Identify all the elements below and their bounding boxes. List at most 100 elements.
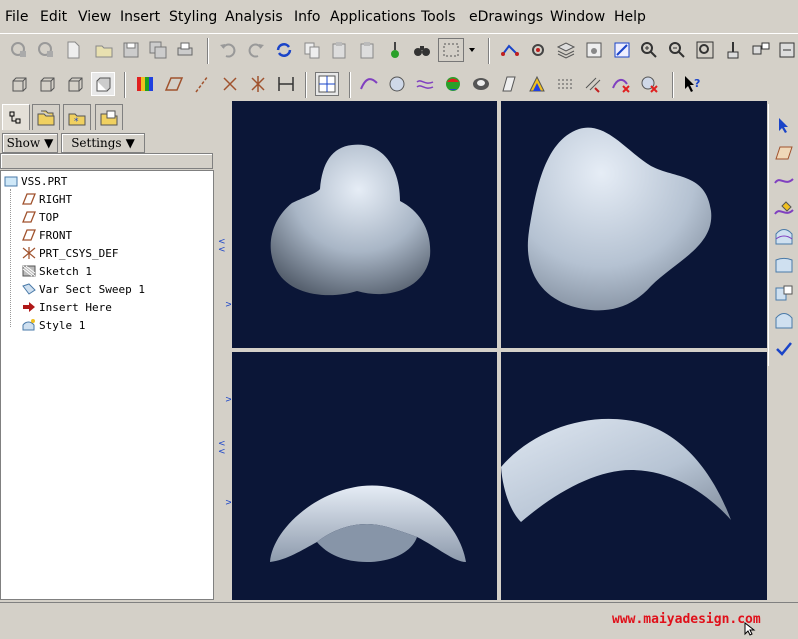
tree-item-sweep[interactable]: Var Sect Sweep 1 <box>21 281 145 297</box>
menu-insert[interactable]: Insert <box>120 9 160 25</box>
menu-view[interactable]: View <box>78 9 111 25</box>
tab-model-tree[interactable] <box>2 104 30 130</box>
tree-item-label: FRONT <box>39 228 73 242</box>
menu-help[interactable]: Help <box>614 9 646 25</box>
viewport-top-right[interactable] <box>501 101 767 348</box>
blank-doc-icon[interactable] <box>61 38 85 62</box>
section-analysis-icon[interactable] <box>497 72 521 96</box>
view-manager-icon[interactable] <box>749 38 773 62</box>
curve-icon[interactable] <box>773 170 795 192</box>
splitter-arrow-icon[interactable]: < < <box>218 440 226 457</box>
saved-view-icon[interactable] <box>582 38 606 62</box>
tab-favorites[interactable]: * <box>63 104 91 130</box>
tree-item-top[interactable]: TOP <box>21 209 59 225</box>
tree-item-label: Var Sect Sweep 1 <box>39 282 145 296</box>
tree-item-insert-here[interactable]: Insert Here <box>21 299 112 315</box>
menu-analysis[interactable]: Analysis <box>225 9 283 25</box>
menu-edrawings[interactable]: eDrawings <box>469 9 543 25</box>
delete-analysis-icon[interactable] <box>609 72 633 96</box>
appearance-color-icon[interactable] <box>133 72 157 96</box>
curve-edit-icon[interactable] <box>773 198 795 220</box>
no-hidden-icon[interactable] <box>63 72 87 96</box>
csys-toggle-icon[interactable] <box>246 72 270 96</box>
surface-side-view <box>270 485 466 562</box>
model-tree-green-icon[interactable] <box>383 38 407 62</box>
paste-icon[interactable] <box>327 38 351 62</box>
find-icon[interactable] <box>410 38 434 62</box>
menu-info[interactable]: Info <box>294 9 321 25</box>
zoom-in-icon[interactable] <box>637 38 661 62</box>
viewport-top-left[interactable] <box>232 101 497 348</box>
surface-connect-icon[interactable] <box>773 254 795 276</box>
regenerate-icon[interactable] <box>272 38 296 62</box>
redo-icon[interactable] <box>244 38 268 62</box>
menu-edit[interactable]: Edit <box>40 9 67 25</box>
layers-icon[interactable] <box>554 38 578 62</box>
surface-trim-icon[interactable] <box>773 282 795 304</box>
show-dropdown[interactable]: Show ▼ <box>2 133 58 153</box>
menu-styling[interactable]: Styling <box>169 9 217 25</box>
save-icon[interactable] <box>119 38 143 62</box>
tree-item-front[interactable]: FRONT <box>21 227 72 243</box>
tree-item-sketch[interactable]: Sketch 1 <box>21 263 92 279</box>
delete-all-icon[interactable] <box>637 72 661 96</box>
datum-axis-toggle-icon[interactable] <box>190 72 214 96</box>
settings-gear-icon[interactable] <box>526 38 550 62</box>
splitter-arrow-icon[interactable]: < < <box>218 238 226 255</box>
viewport-bottom-left[interactable] <box>232 352 497 600</box>
menu-file[interactable]: File <box>5 9 28 25</box>
datum-point-toggle-icon[interactable] <box>218 72 242 96</box>
open-session-icon[interactable] <box>34 38 58 62</box>
shading-icon[interactable] <box>91 72 115 96</box>
surface-edit-icon[interactable] <box>773 310 795 332</box>
offset-curve-icon[interactable] <box>413 72 437 96</box>
datum-plane-icon[interactable] <box>773 142 795 164</box>
select-arrow-icon[interactable] <box>773 114 795 136</box>
spin-center-icon[interactable] <box>775 38 798 62</box>
chevron-down-icon[interactable] <box>466 38 478 62</box>
orient-grid-icon[interactable] <box>315 72 339 96</box>
reflection-icon[interactable] <box>581 72 605 96</box>
menu-applications[interactable]: Applications <box>330 9 416 25</box>
curvature-icon[interactable] <box>385 72 409 96</box>
paste-special-icon[interactable] <box>355 38 379 62</box>
tab-folder-browser[interactable] <box>32 104 60 130</box>
datum-plane-icon <box>21 228 37 242</box>
new-icon[interactable] <box>7 38 31 62</box>
slope-analysis-icon[interactable] <box>553 72 577 96</box>
copy-icon[interactable] <box>300 38 324 62</box>
datum-plane-toggle-icon[interactable] <box>162 72 186 96</box>
tab-connections[interactable] <box>95 104 123 130</box>
open-icon[interactable] <box>92 38 116 62</box>
reorient-icon[interactable] <box>721 38 745 62</box>
tree-item-style[interactable]: Style 1 <box>21 317 85 333</box>
select-box-icon[interactable] <box>438 38 464 62</box>
viewport-bottom-right[interactable] <box>501 352 767 600</box>
tree-item-csys[interactable]: PRT_CSYS_DEF <box>21 245 118 261</box>
tree-item-root[interactable]: VSS.PRT <box>3 173 67 189</box>
done-checkmark-icon[interactable] <box>773 338 795 360</box>
wireframe-icon[interactable] <box>7 72 31 96</box>
dimension-icon[interactable] <box>274 72 298 96</box>
undo-icon[interactable] <box>216 38 240 62</box>
datum-display-icon[interactable] <box>498 38 522 62</box>
datum-plane-icon <box>21 210 37 224</box>
zoom-out-icon[interactable] <box>665 38 689 62</box>
repaint-icon[interactable] <box>610 38 634 62</box>
menu-window[interactable]: Window <box>550 9 605 25</box>
curve-analysis-icon[interactable] <box>357 72 381 96</box>
context-help-icon[interactable]: ? <box>680 72 704 96</box>
svg-text:*: * <box>74 117 79 126</box>
menu-tools[interactable]: Tools <box>421 9 456 25</box>
refit-icon[interactable] <box>693 38 717 62</box>
save-copy-icon[interactable] <box>146 38 170 62</box>
sketch-icon <box>21 264 37 278</box>
print-icon[interactable] <box>173 38 197 62</box>
gauss-curvature-icon[interactable] <box>441 72 465 96</box>
shaded-curvature-icon[interactable] <box>469 72 493 96</box>
draft-analysis-icon[interactable] <box>525 72 549 96</box>
settings-dropdown[interactable]: Settings ▼ <box>61 133 145 153</box>
hidden-line-icon[interactable] <box>35 72 59 96</box>
tree-item-right[interactable]: RIGHT <box>21 191 72 207</box>
surface-icon[interactable] <box>773 226 795 248</box>
